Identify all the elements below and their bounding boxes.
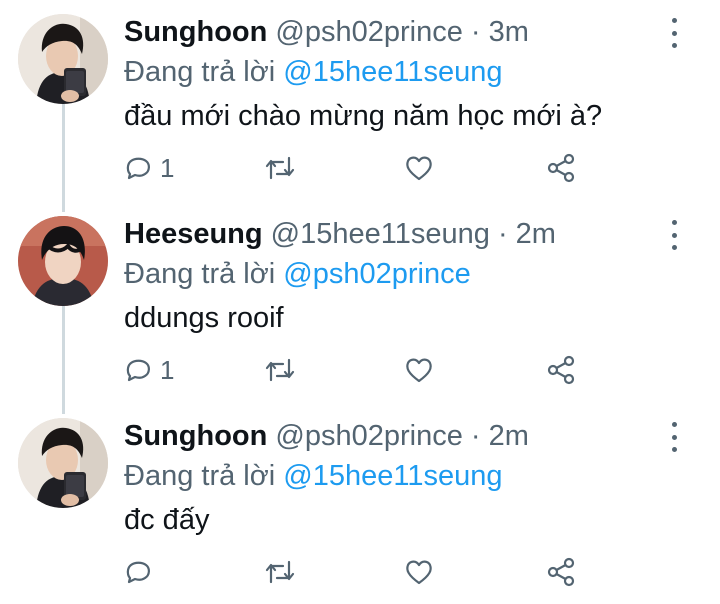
tweet-text: đầu mới chào mừng năm học mới à?	[124, 100, 603, 132]
heart-icon	[406, 560, 432, 585]
timestamp[interactable]: 2m	[489, 420, 529, 452]
tweet-header: Sunghoon @psh02prince · 2m	[124, 418, 529, 454]
replying-to-label: Đang trả lời	[124, 460, 276, 492]
tweet-actions: 1	[0, 350, 720, 390]
replying-to: Đang trả lời @15hee11seung	[124, 55, 502, 89]
reply-button[interactable]	[124, 552, 160, 592]
display-name[interactable]: Heeseung	[124, 218, 263, 250]
replying-to-label: Đang trả lời	[124, 258, 276, 290]
share-button[interactable]	[546, 350, 576, 390]
sunghoon-avatar	[18, 14, 108, 104]
more-options-icon[interactable]	[660, 220, 688, 250]
user-handle[interactable]: @psh02prince	[275, 16, 462, 48]
replying-to: Đang trả lời @psh02prince	[124, 257, 471, 291]
separator-dot: ·	[497, 218, 508, 250]
heart-icon	[406, 156, 432, 181]
mention-link[interactable]: @psh02prince	[283, 258, 470, 290]
reply-count: 1	[160, 354, 175, 385]
like-button[interactable]	[404, 350, 434, 390]
tweet-header: Heeseung @15hee11seung · 2m	[124, 216, 556, 252]
more-options-icon[interactable]	[660, 18, 688, 48]
tweet-text: ddungs rooif	[124, 302, 284, 334]
avatar[interactable]	[18, 216, 108, 306]
reply-icon	[126, 157, 150, 180]
tweet-header: Sunghoon @psh02prince · 3m	[124, 14, 529, 50]
tweet[interactable]: Heeseung @15hee11seung · 2m Đang trả lời…	[0, 202, 720, 402]
share-icon	[547, 153, 575, 183]
timestamp[interactable]: 3m	[489, 16, 529, 48]
display-name[interactable]: Sunghoon	[124, 16, 267, 48]
more-options-icon[interactable]	[660, 422, 688, 452]
user-handle[interactable]: @psh02prince	[275, 420, 462, 452]
heeseung-avatar	[18, 216, 108, 306]
replying-to: Đang trả lời @15hee11seung	[124, 459, 502, 493]
retweet-icon	[265, 358, 295, 382]
like-button[interactable]	[404, 148, 434, 188]
reply-button[interactable]: 1	[124, 350, 174, 390]
avatar[interactable]	[18, 418, 108, 508]
like-button[interactable]	[404, 552, 434, 592]
separator-dot: ·	[470, 420, 481, 452]
retweet-icon	[265, 560, 295, 584]
tweet-actions	[0, 552, 720, 592]
separator-dot: ·	[470, 16, 481, 48]
display-name[interactable]: Sunghoon	[124, 420, 267, 452]
tweet-actions: 1	[0, 148, 720, 188]
heart-icon	[406, 358, 432, 383]
share-button[interactable]	[546, 552, 576, 592]
retweet-button[interactable]	[263, 350, 297, 390]
reply-button[interactable]: 1	[124, 148, 174, 188]
timestamp[interactable]: 2m	[516, 218, 556, 250]
reply-icon	[126, 359, 150, 382]
tweet[interactable]: Sunghoon @psh02prince · 2m Đang trả lời …	[0, 404, 720, 604]
reply-count: 1	[160, 152, 175, 183]
mention-link[interactable]: @15hee11seung	[283, 460, 502, 492]
mention-link[interactable]: @15hee11seung	[283, 56, 502, 88]
conversation-thread: Sunghoon @psh02prince · 3m Đang trả lời …	[0, 0, 720, 599]
share-icon	[547, 355, 575, 385]
reply-icon	[126, 561, 150, 584]
retweet-button[interactable]	[263, 552, 297, 592]
share-button[interactable]	[546, 148, 576, 188]
avatar[interactable]	[18, 14, 108, 104]
retweet-icon	[265, 156, 295, 180]
retweet-button[interactable]	[263, 148, 297, 188]
share-icon	[547, 557, 575, 587]
tweet-text: đc đấy	[124, 504, 210, 536]
sunghoon-avatar	[18, 418, 108, 508]
tweet[interactable]: Sunghoon @psh02prince · 3m Đang trả lời …	[0, 0, 720, 200]
replying-to-label: Đang trả lời	[124, 56, 276, 88]
user-handle[interactable]: @15hee11seung	[271, 218, 490, 250]
